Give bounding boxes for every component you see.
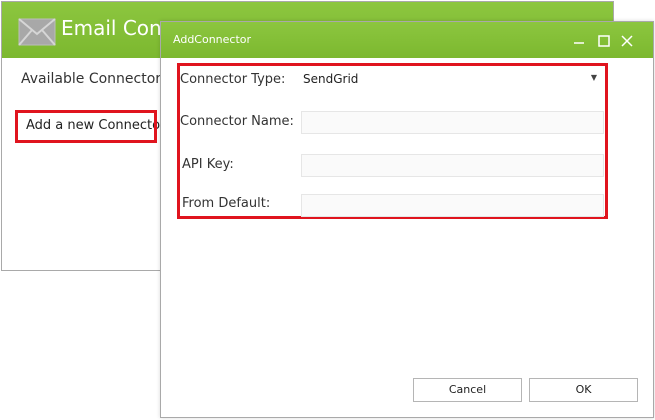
from-default-field[interactable]	[301, 194, 604, 217]
from-default-label: From Default:	[182, 196, 271, 211]
minimize-icon[interactable]	[572, 34, 586, 48]
envelope-icon	[18, 18, 56, 46]
add-connector-dialog: AddConnector Connector Type: SendGrid ▼ …	[160, 21, 654, 418]
api-key-field[interactable]	[301, 154, 604, 177]
api-key-label: API Key:	[182, 157, 234, 172]
dialog-titlebar: AddConnector	[161, 22, 653, 58]
available-connectors-label: Available Connectors	[21, 71, 169, 87]
dropdown-arrow-icon: ▼	[590, 73, 597, 82]
cancel-button[interactable]: Cancel	[413, 378, 522, 402]
ok-button[interactable]: OK	[529, 378, 638, 402]
connector-type-label: Connector Type:	[180, 72, 286, 87]
connector-type-select[interactable]: SendGrid ▼	[298, 68, 603, 90]
window-title: Email Conn	[61, 16, 175, 40]
connector-name-field[interactable]	[301, 111, 604, 134]
connector-name-label: Connector Name:	[180, 114, 294, 129]
maximize-icon[interactable]	[597, 34, 611, 48]
close-icon[interactable]	[620, 34, 634, 48]
connector-type-value: SendGrid	[303, 72, 359, 86]
highlight-box-add-button	[15, 110, 157, 143]
dialog-title: AddConnector	[173, 33, 252, 46]
